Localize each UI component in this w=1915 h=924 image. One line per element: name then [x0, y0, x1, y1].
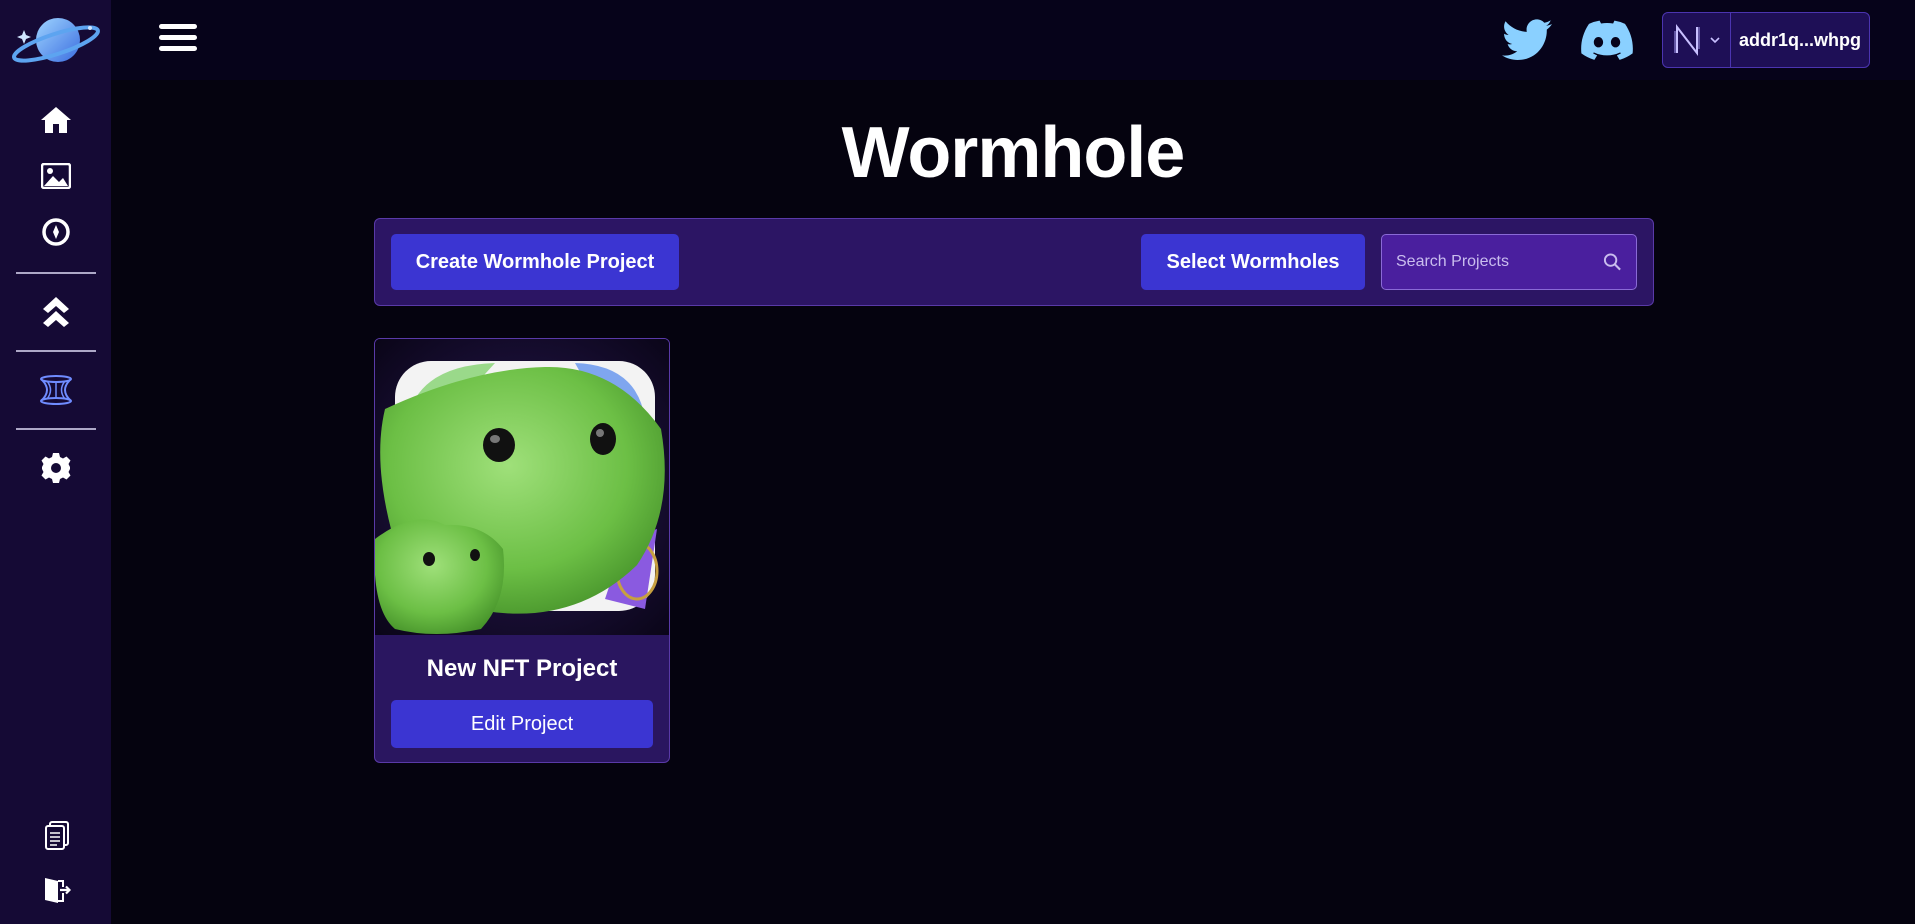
create-project-button[interactable]: Create Wormhole Project — [391, 234, 679, 290]
sidebar-divider — [15, 350, 96, 352]
discord-icon[interactable] — [1581, 18, 1633, 62]
sidebar — [0, 0, 111, 924]
wallet-address[interactable]: addr1q...whpg — [1731, 30, 1869, 51]
logout-icon[interactable] — [36, 870, 76, 910]
project-name: New NFT Project — [426, 655, 618, 682]
search-icon[interactable] — [1603, 252, 1622, 272]
chevron-down-icon — [1709, 37, 1720, 44]
project-toolbar: Create Wormhole Project Select Wormholes — [374, 218, 1654, 306]
search-box — [1381, 234, 1637, 290]
image-icon[interactable] — [36, 156, 76, 196]
top-bar: addr1q...whpg — [111, 0, 1915, 80]
page-title: Wormhole — [841, 113, 1186, 193]
project-card: New NFT Project Edit Project — [374, 338, 670, 763]
gear-icon[interactable] — [36, 448, 76, 488]
wallet-provider-icon — [1673, 24, 1700, 56]
home-icon[interactable] — [36, 100, 76, 140]
planet-logo-icon[interactable] — [6, 8, 106, 74]
documents-icon[interactable] — [36, 816, 76, 856]
sidebar-divider — [15, 272, 96, 274]
search-input[interactable] — [1396, 253, 1603, 271]
double-chevron-up-icon[interactable] — [36, 292, 76, 332]
wormhole-icon[interactable] — [36, 370, 76, 410]
wallet-provider-selector[interactable] — [1663, 13, 1731, 67]
twitter-icon[interactable] — [1501, 18, 1553, 62]
sidebar-divider — [15, 428, 96, 430]
wallet-button[interactable]: addr1q...whpg — [1662, 12, 1870, 68]
edit-project-button[interactable]: Edit Project — [391, 700, 653, 748]
hamburger-icon[interactable] — [159, 24, 197, 56]
select-wormholes-button[interactable]: Select Wormholes — [1141, 234, 1365, 290]
project-thumbnail[interactable] — [375, 339, 669, 635]
compass-icon[interactable] — [36, 212, 76, 252]
